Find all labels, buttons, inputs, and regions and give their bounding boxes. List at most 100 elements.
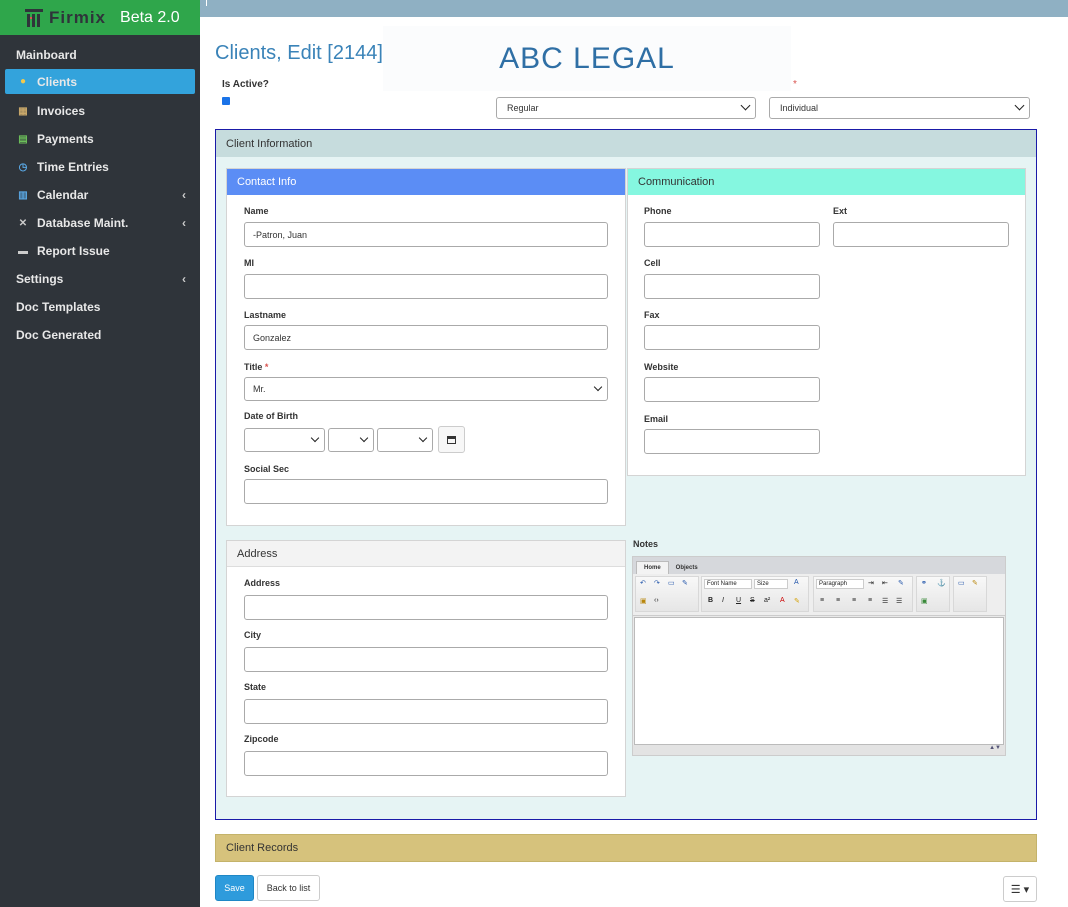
outdent-icon[interactable]: ⇤ [882,579,888,587]
website-input[interactable] [644,377,820,402]
title-select[interactable]: Mr. [244,377,608,401]
address-header: Address [227,541,625,567]
entity-type-select[interactable]: Individual [769,97,1030,119]
justify-icon[interactable]: ≡ [868,597,872,604]
font-size-dropdown[interactable]: Size [754,579,788,589]
sidebar-item-mainboard[interactable]: Mainboard [0,41,200,69]
email-input[interactable] [644,429,820,454]
phone-input[interactable] [644,222,820,247]
notes-text-area[interactable] [634,617,1004,745]
zipcode-label: Zipcode [244,734,279,744]
sidebar-item-clients[interactable]: ● Clients [5,69,195,94]
redo-icon[interactable]: ↷ [654,579,660,587]
client-type-select[interactable]: Regular [496,97,756,119]
save-button[interactable]: Save [215,875,254,901]
undo-icon[interactable]: ↶ [640,579,646,587]
chevron-down-icon [310,433,320,443]
bold-icon[interactable]: B [708,597,713,604]
lastname-input[interactable]: Gonzalez [244,325,608,350]
client-information-panel: Client Information Contact Info Name -Pa… [215,129,1037,820]
bullet-list-icon[interactable]: ☰ [896,597,902,605]
date-picker-button[interactable] [438,426,465,453]
page-title: Clients, Edit [2144] [215,42,383,64]
website-label: Website [644,362,679,372]
style-icon[interactable]: A [794,579,799,586]
dob-day-select[interactable] [328,428,374,452]
align-center-icon[interactable]: ≡ [836,597,840,604]
name-input[interactable]: -Patron, Juan [244,222,608,247]
notes-label: Notes [633,539,659,549]
sidebar-toggle[interactable] [206,0,212,6]
options-menu-button[interactable]: ☰ ▾ [1003,876,1037,902]
state-input[interactable] [244,699,608,724]
sidebar-item-settings[interactable]: Settings ‹ [0,265,200,293]
calendar-icon [447,435,456,444]
sidebar-item-label: Clients [37,74,78,89]
is-active-checkbox[interactable] [222,97,230,105]
ordered-list-icon[interactable]: ☰ [882,597,888,605]
sidebar-item-label: Report Issue [37,244,110,258]
firmix-logo-icon [25,8,43,27]
paste-icon[interactable]: ▣ [640,597,647,605]
social-sec-input[interactable] [244,479,608,504]
main-content: Clients, Edit [2144] ABC LEGAL Is Active… [200,17,1068,907]
edit-table-icon[interactable]: ✎ [972,579,978,587]
sidebar-item-payments[interactable]: ▤ Payments [0,125,200,153]
table-icon[interactable]: ▭ [958,579,965,587]
dob-year-select[interactable] [377,428,433,452]
mi-input[interactable] [244,274,608,299]
sidebar-item-report-issue[interactable]: ▬ Report Issue [0,237,200,265]
align-left-icon[interactable]: ≡ [820,597,824,604]
person-icon: ● [19,76,27,87]
highlight-icon[interactable]: ✎ [794,597,800,605]
sidebar-item-label: Time Entries [37,160,109,174]
chevron-down-icon [593,382,603,392]
sidebar-item-invoices[interactable]: ▦ Invoices [0,97,200,125]
code-icon[interactable]: ‹› [654,597,659,604]
link-icon[interactable]: ⚭ [921,579,927,587]
underline-icon[interactable]: U [736,597,741,604]
client-information-header[interactable]: Client Information [216,130,1036,157]
zipcode-input[interactable] [244,751,608,776]
ext-input[interactable] [833,222,1009,247]
sidebar-item-doc-templates[interactable]: Doc Templates [0,293,200,321]
editor-resize-bar[interactable]: ▲▼ [633,745,1005,755]
superscript-icon[interactable]: a² [764,597,770,604]
client-records-header[interactable]: Client Records [215,834,1037,862]
address-input[interactable] [244,595,608,620]
brand[interactable]: Firmix Beta 2.0 [0,0,200,35]
paragraph-dropdown[interactable]: Paragraph [816,579,864,589]
font-name-dropdown[interactable]: Font Name [704,579,752,589]
toolbar-group-edit: ↶ ↷ ▭ ✎ ▣ ‹› [635,576,699,612]
italic-icon[interactable]: I [722,597,724,604]
fullscreen-icon[interactable]: ▭ [668,579,675,587]
image-icon[interactable]: ▣ [921,597,928,605]
align-right-icon[interactable]: ≡ [852,597,856,604]
sidebar-item-label: Settings [16,272,64,286]
clean-icon[interactable]: ✎ [682,579,688,587]
city-label: City [244,630,262,640]
sidebar-item-time-entries[interactable]: ◷ Time Entries [0,153,200,181]
font-color-icon[interactable]: A [780,597,785,604]
tab-objects[interactable]: Objects [669,562,705,574]
format-brush-icon[interactable]: ✎ [898,579,904,587]
city-input[interactable] [244,647,608,672]
editor-tabs: Home Objects [633,557,1005,574]
tab-home[interactable]: Home [636,561,669,574]
strikethrough-icon[interactable]: S [750,597,755,604]
title-select-toggle [587,378,607,400]
clock-icon: ◷ [18,161,28,173]
indent-icon[interactable]: ⇥ [868,579,874,587]
required-marker: * [264,362,269,372]
sidebar-item-calendar[interactable]: ▥ Calendar ‹ [0,181,200,209]
sidebar-nav: Mainboard ● Clients ▦ Invoices ▤ Payments ◷… [0,41,200,349]
fax-input[interactable] [644,325,820,350]
dob-month-select[interactable] [244,428,325,452]
cell-input[interactable] [644,274,820,299]
back-to-list-button[interactable]: Back to list [257,875,320,901]
anchor-icon[interactable]: ⚓ [937,579,946,587]
sidebar-item-doc-generated[interactable]: Doc Generated [0,321,200,349]
fax-label: Fax [644,310,660,320]
social-sec-label: Social Sec [244,464,290,474]
sidebar-item-database-maint[interactable]: ✕ Database Maint. ‹ [0,209,200,237]
